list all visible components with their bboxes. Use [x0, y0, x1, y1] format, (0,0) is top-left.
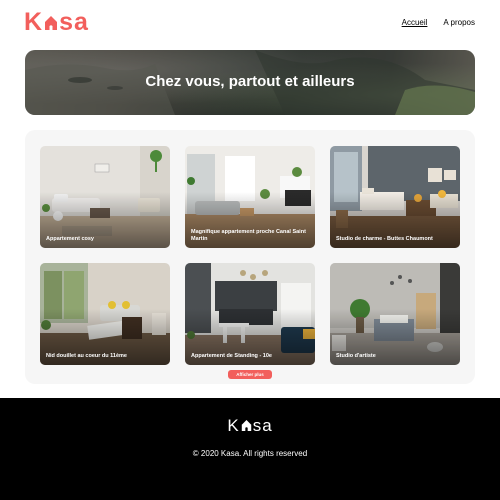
listings-gallery: Appartement cosy Magnifique appartement …: [25, 130, 475, 384]
house-icon: [45, 16, 58, 30]
nav-link-accueil[interactable]: Accueil: [402, 18, 428, 27]
listing-card-nid-douillet[interactable]: Nid douillet au coeur du 11ème: [40, 263, 170, 365]
card-gradient-overlay: [330, 146, 460, 248]
nav-link-a-propos[interactable]: A propos: [443, 18, 475, 27]
footer-logo: K sa: [0, 416, 500, 436]
footer-logo-letters-sa: sa: [252, 416, 273, 435]
logo-letter-k: K: [24, 7, 44, 36]
footer-logo-letter-k: K: [227, 416, 240, 435]
listing-card-buttes-chaumont[interactable]: Studio de charme - Buttes Chaumont: [330, 146, 460, 248]
card-gradient-overlay: [330, 263, 460, 365]
hero-title: Chez vous, partout et ailleurs: [145, 73, 355, 90]
listing-title: Appartement cosy: [46, 236, 94, 242]
house-icon: [241, 420, 251, 431]
kasa-logo[interactable]: K sa: [24, 8, 89, 36]
listing-title: Studio d'artiste: [336, 353, 376, 359]
listing-title: Nid douillet au coeur du 11ème: [46, 353, 127, 359]
listing-card-canal-saint-martin[interactable]: Magnifique appartement proche Canal Sain…: [185, 146, 315, 248]
card-gradient-overlay: [40, 263, 170, 365]
card-gradient-overlay: [40, 146, 170, 248]
listing-card-appartement-cosy[interactable]: Appartement cosy: [40, 146, 170, 248]
listing-card-studio-artiste[interactable]: Studio d'artiste: [330, 263, 460, 365]
hero-banner: Chez vous, partout et ailleurs: [25, 50, 475, 115]
header: K sa Accueil A propos: [0, 0, 500, 46]
logo-letters-sa: sa: [59, 7, 89, 36]
copyright-text: © 2020 Kasa. All rights reserved: [192, 449, 308, 458]
listing-title: Appartement de Standing - 10e: [191, 353, 272, 359]
listing-title: Magnifique appartement proche Canal Sain…: [191, 229, 306, 242]
show-more-button[interactable]: Afficher plus: [228, 370, 272, 379]
card-gradient-overlay: [185, 263, 315, 365]
main-nav: Accueil A propos: [402, 18, 475, 27]
listing-title: Studio de charme - Buttes Chaumont: [336, 236, 433, 242]
footer: K sa © 2020 Kasa. All rights reserved: [0, 398, 500, 500]
listing-card-standing-10e[interactable]: Appartement de Standing - 10e: [185, 263, 315, 365]
